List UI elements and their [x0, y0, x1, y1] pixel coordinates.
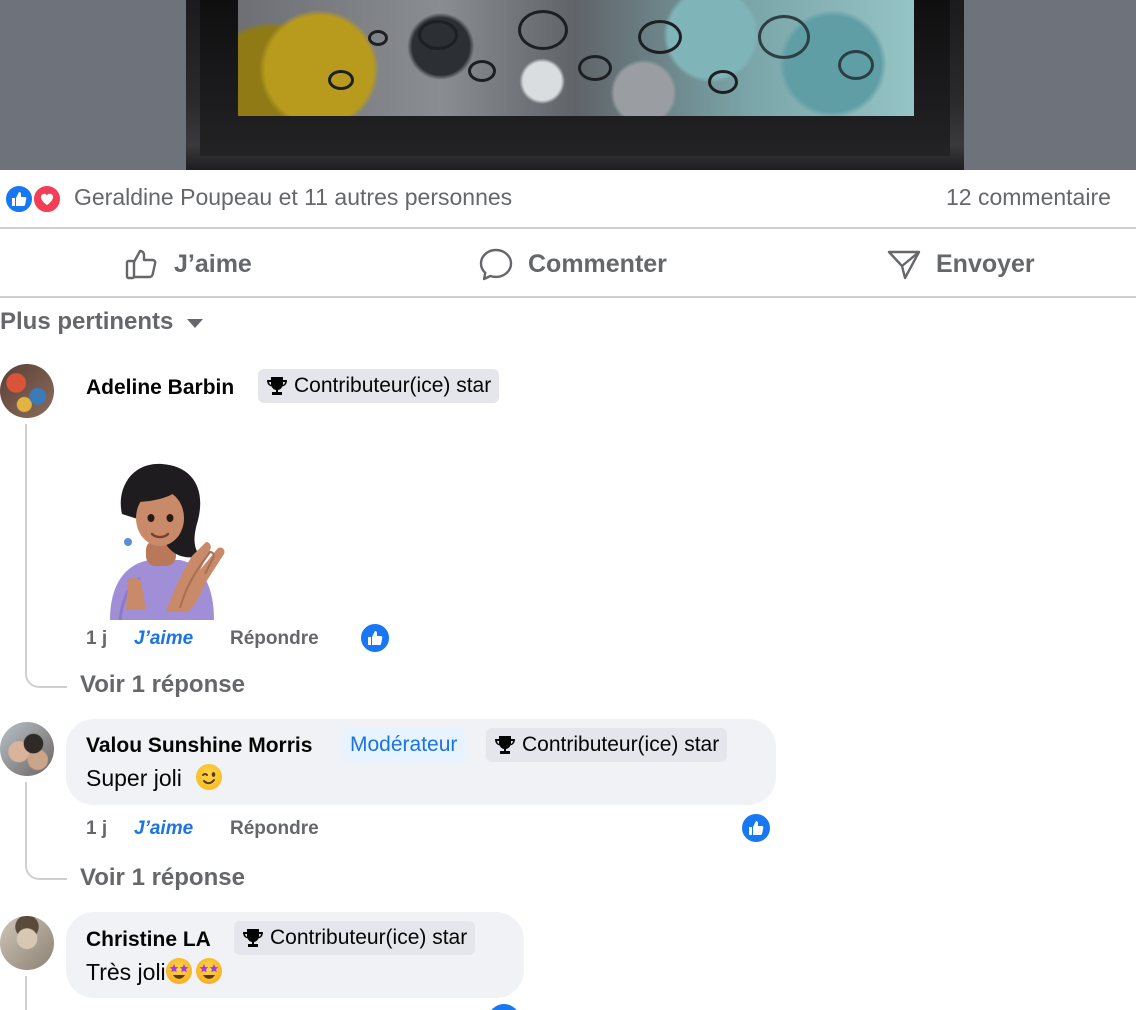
- send-action-label: Envoyer: [936, 249, 1035, 278]
- comment-text-row: Très joli: [86, 958, 222, 986]
- comment-bubble-icon: [479, 248, 513, 281]
- like-action-label: J’aime: [174, 249, 252, 278]
- comment-author-name[interactable]: Adeline Barbin: [86, 376, 234, 400]
- badge-label: Contributeur(ice) star: [294, 374, 492, 397]
- comment-text-row: Super joli: [86, 764, 223, 792]
- thread-line: [25, 976, 27, 1010]
- contributor-badge: Contributeur(ice) star: [234, 921, 476, 955]
- facebook-post-comments: Geraldine Poupeau et 11 autres personnes…: [0, 0, 1136, 1010]
- comment-reply-link[interactable]: Répondre: [230, 818, 319, 840]
- view-replies-link[interactable]: Voir 1 réponse: [80, 864, 245, 892]
- badge-label: Contributeur(ice) star: [522, 733, 720, 756]
- comment-author-name[interactable]: Valou Sunshine Morris: [86, 734, 312, 758]
- caret-down-icon: [187, 318, 204, 328]
- acrylic-pour-painting: [238, 0, 914, 116]
- avatar-clapping-sticker: [100, 462, 236, 621]
- trophy-icon: [243, 929, 263, 947]
- avatar[interactable]: [0, 364, 54, 418]
- winking-face-emoji-icon: [196, 764, 223, 790]
- reaction-icons[interactable]: [4, 184, 66, 214]
- comment-author-name[interactable]: Christine LA: [86, 928, 211, 952]
- badge-label: Contributeur(ice) star: [270, 926, 468, 949]
- trophy-icon: [267, 377, 287, 395]
- like-action-button[interactable]: J’aime: [124, 244, 252, 284]
- reactors-text[interactable]: Geraldine Poupeau et 11 autres personnes: [74, 184, 512, 211]
- painting-frame: [186, 0, 964, 170]
- divider: [0, 296, 1136, 298]
- comment-like-reaction-icon[interactable]: [488, 1004, 520, 1010]
- comment-text: Très joli: [86, 959, 166, 985]
- trophy-icon: [495, 736, 515, 754]
- comment-action-label: Commenter: [528, 249, 667, 278]
- send-icon: [887, 250, 921, 280]
- comment-like-link[interactable]: J’aime: [134, 818, 193, 840]
- sort-dropdown[interactable]: Plus pertinents: [0, 308, 204, 336]
- reactions-summary-row: Geraldine Poupeau et 11 autres personnes…: [0, 178, 1136, 218]
- thread-connector: [25, 660, 67, 688]
- moderator-badge: Modérateur: [342, 728, 466, 762]
- view-replies-link[interactable]: Voir 1 réponse: [80, 671, 245, 699]
- comment-like-reaction-icon[interactable]: [359, 622, 391, 654]
- comment-like-reaction-icon[interactable]: [740, 812, 772, 844]
- comment-action-button[interactable]: Commenter: [478, 244, 667, 284]
- thumbs-up-icon: [125, 249, 157, 280]
- love-reaction-icon: [32, 184, 62, 214]
- thread-line: [25, 424, 27, 674]
- like-reaction-icon: [4, 184, 34, 214]
- post-photo[interactable]: [0, 0, 1136, 170]
- comment-count[interactable]: 12 commentaire: [946, 184, 1111, 211]
- comment-text: Super joli: [86, 765, 182, 791]
- contributor-badge: Contributeur(ice) star: [258, 369, 500, 403]
- send-action-button[interactable]: Envoyer: [886, 244, 1035, 284]
- star-struck-emoji-icon: [195, 958, 222, 984]
- thread-connector: [25, 852, 67, 880]
- divider: [0, 227, 1136, 229]
- comment-timestamp[interactable]: 1 j: [86, 818, 107, 840]
- avatar[interactable]: [0, 916, 54, 970]
- comment-timestamp[interactable]: 1 j: [86, 628, 107, 650]
- contributor-badge: Contributeur(ice) star: [486, 728, 728, 762]
- avatar[interactable]: [0, 722, 54, 776]
- comment-reply-link[interactable]: Répondre: [230, 628, 319, 650]
- star-struck-emoji-icon: [165, 958, 192, 984]
- badge-label: Modérateur: [350, 733, 458, 756]
- comment-like-link[interactable]: J’aime: [134, 628, 193, 650]
- sort-label: Plus pertinents: [0, 308, 174, 335]
